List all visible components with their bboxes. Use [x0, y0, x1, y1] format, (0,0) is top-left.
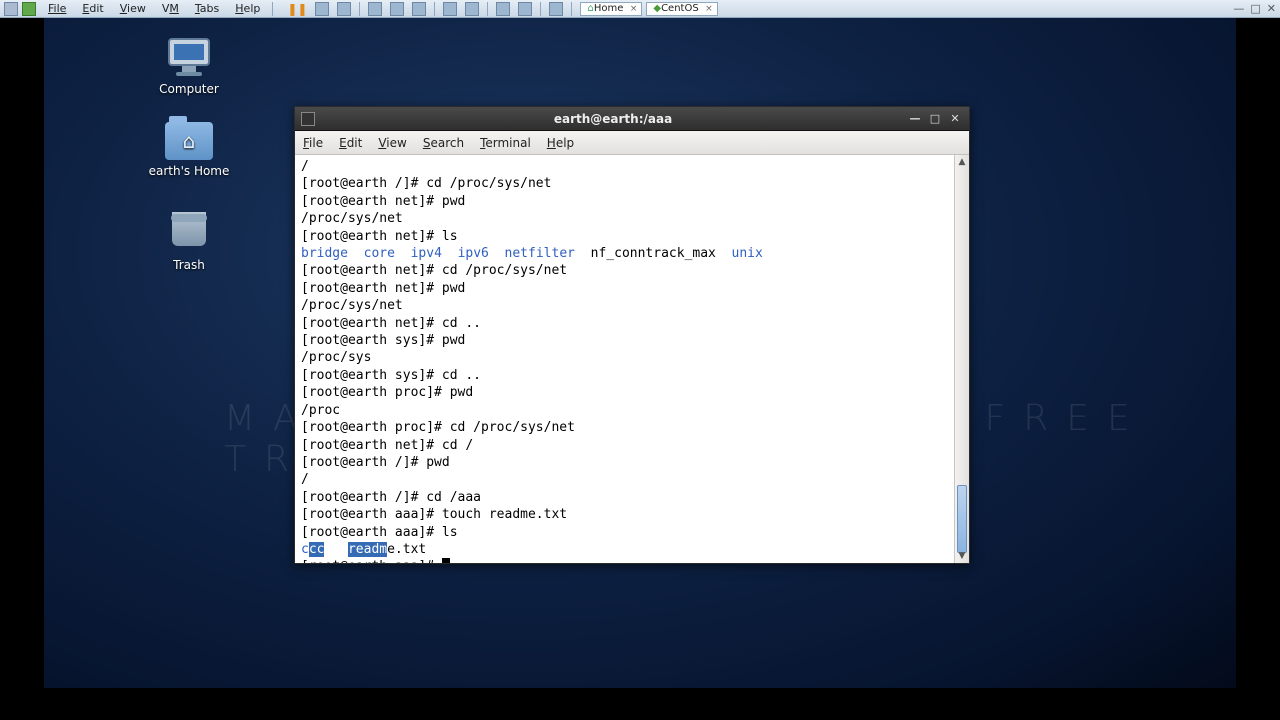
scrollbar-thumb[interactable]: [957, 485, 967, 553]
vm-menu-view[interactable]: View: [112, 2, 154, 15]
desktop-icon-label: Computer: [144, 82, 234, 96]
menubar-separator: [540, 2, 541, 16]
vm-menu-tabs[interactable]: Tabs: [187, 2, 227, 15]
minimize-button[interactable]: —: [907, 112, 923, 126]
scroll-up-icon[interactable]: ▲: [955, 155, 969, 169]
terminal-menu-view[interactable]: View: [378, 136, 406, 150]
vm-menu-help[interactable]: Help: [227, 2, 268, 15]
toolbar-icon[interactable]: [412, 2, 426, 16]
terminal-menu-terminal[interactable]: Terminal: [480, 136, 531, 150]
toolbar-icon[interactable]: [337, 2, 351, 16]
vm-nav-back-icon[interactable]: [4, 2, 18, 16]
menubar-separator: [571, 2, 572, 16]
terminal-window: earth@earth:/aaa — □ ✕ File Edit View Se…: [294, 106, 970, 564]
toolbar-icon[interactable]: [496, 2, 510, 16]
scroll-down-icon[interactable]: ▼: [955, 549, 969, 563]
terminal-menu-edit[interactable]: Edit: [339, 136, 362, 150]
close-button[interactable]: ✕: [947, 112, 963, 126]
menubar-separator: [434, 2, 435, 16]
terminal-menu-search[interactable]: Search: [423, 136, 464, 150]
menubar-separator: [487, 2, 488, 16]
terminal-text-area[interactable]: /[root@earth /]# cd /proc/sys/net[root@e…: [295, 155, 954, 563]
terminal-titlebar[interactable]: earth@earth:/aaa — □ ✕: [295, 107, 969, 131]
toolbar-icon[interactable]: [390, 2, 404, 16]
pause-icon[interactable]: ❚❚: [287, 2, 307, 16]
menubar-separator: [359, 2, 360, 16]
toolbar-icon[interactable]: [315, 2, 329, 16]
desktop-icon-computer[interactable]: Computer: [144, 38, 234, 96]
vm-tab-centos[interactable]: ◆ CentOS ×: [646, 2, 717, 16]
toolbar-icon[interactable]: [518, 2, 532, 16]
host-close-icon[interactable]: ✕: [1267, 2, 1276, 15]
vm-host-menubar: File Edit View VM Tabs Help ❚❚ ⌂ Home × …: [0, 0, 1280, 18]
terminal-menubar: File Edit View Search Terminal Help: [295, 131, 969, 155]
terminal-body: /[root@earth /]# cd /proc/sys/net[root@e…: [295, 155, 969, 563]
menubar-separator: [272, 2, 273, 16]
toolbar-icon[interactable]: [368, 2, 382, 16]
host-maximize-icon[interactable]: □: [1250, 2, 1260, 15]
vm-menu-file[interactable]: File: [40, 2, 74, 15]
trash-icon: [169, 212, 209, 254]
vm-menu-vm[interactable]: VM: [154, 2, 187, 15]
terminal-menu-help[interactable]: Help: [547, 136, 574, 150]
home-folder-icon: ⌂: [165, 122, 213, 160]
desktop-icon-home[interactable]: ⌂ earth's Home: [144, 122, 234, 178]
terminal-app-icon: [301, 112, 315, 126]
guest-desktop: Computer ⌂ earth's Home Trash TechSmith …: [44, 18, 1236, 688]
toolbar-icon[interactable]: [465, 2, 479, 16]
terminal-scrollbar[interactable]: ▲ ▼: [954, 155, 969, 563]
centos-icon: ◆: [653, 3, 661, 14]
vm-tab-home[interactable]: ⌂ Home ×: [580, 2, 642, 16]
desktop-icon-label: earth's Home: [144, 164, 234, 178]
host-minimize-icon[interactable]: —: [1233, 2, 1244, 15]
toolbar-icon[interactable]: [443, 2, 457, 16]
close-icon[interactable]: ×: [705, 4, 713, 14]
vm-menu-edit[interactable]: Edit: [74, 2, 111, 15]
vm-power-icon[interactable]: [22, 2, 36, 16]
close-icon[interactable]: ×: [630, 4, 638, 14]
terminal-menu-file[interactable]: File: [303, 136, 323, 150]
computer-icon: [165, 38, 213, 78]
toolbar-icon[interactable]: [549, 2, 563, 16]
desktop-icon-trash[interactable]: Trash: [144, 204, 234, 272]
terminal-title: earth@earth:/aaa: [323, 112, 903, 126]
desktop-icon-label: Trash: [144, 258, 234, 272]
maximize-button[interactable]: □: [927, 112, 943, 126]
